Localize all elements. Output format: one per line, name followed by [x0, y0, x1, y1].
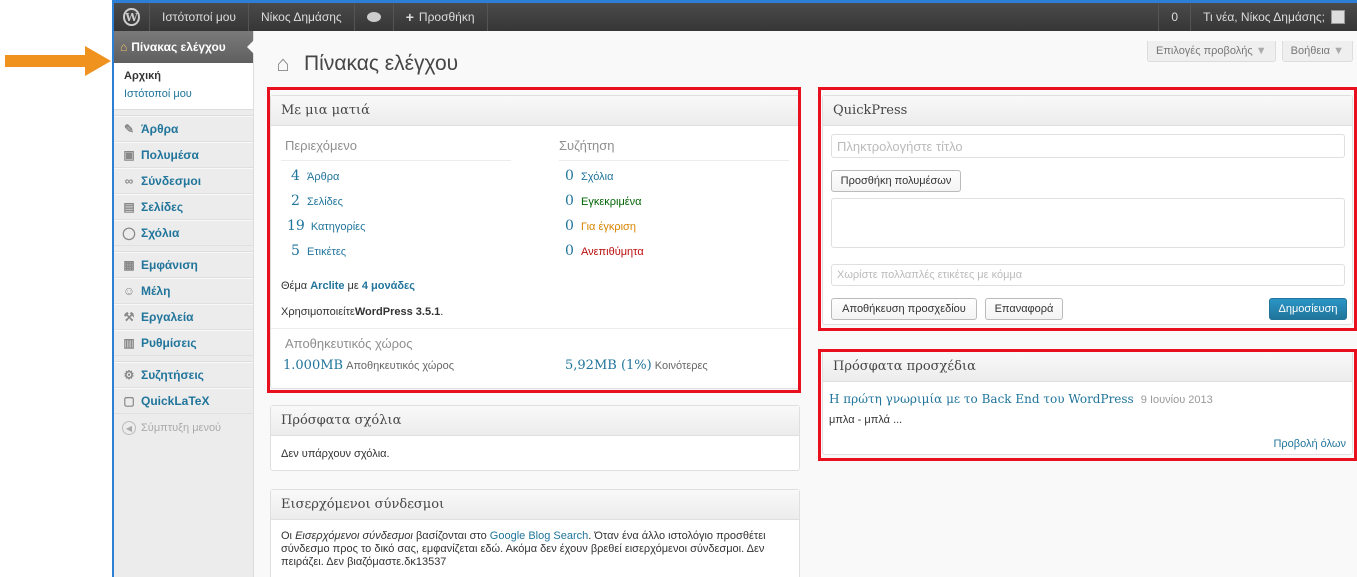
menu-appearance-label: Εμφάνιση [141, 258, 198, 272]
new-content-menu[interactable]: + Προσθήκη [394, 3, 488, 31]
menu-users-label: Μέλη [141, 284, 171, 298]
menu-posts[interactable]: ✎ Άρθρα [114, 116, 253, 142]
my-account-menu[interactable]: Τι νέα, Νίκος Δημάσης; [1190, 3, 1357, 31]
google-blog-search-link[interactable]: Google Blog Search [490, 530, 588, 542]
new-content-label: Προσθήκη [418, 10, 475, 24]
menu-pages[interactable]: ▤ Σελίδες [114, 194, 253, 220]
screen-meta-links: Επιλογές προβολής ▼ Βοήθεια ▼ [1146, 41, 1353, 62]
page-icon: ▤ [123, 200, 135, 214]
updates-counter[interactable]: 0 [1158, 3, 1190, 31]
dashboard-home-icon: ⌂ [276, 51, 290, 76]
text-a: Οι [281, 530, 292, 542]
home-icon: ⌂ [120, 40, 128, 54]
comment-bubble-icon [366, 12, 381, 22]
menu-quicklatex-label: QuickLaTeX [141, 394, 210, 408]
recent-comments-title: Πρόσφατα σχόλια [271, 406, 799, 436]
chevron-down-icon: ▼ [1255, 45, 1267, 57]
text-em: Εισερχόμενοι σύνδεσμοι [295, 530, 413, 542]
menu-links[interactable]: ∞ Σύνδεσμοι [114, 168, 253, 194]
admin-sidebar: ⌂ Πίνακας ελέγχου Αρχική Ιστότοποί μου ✎… [114, 31, 254, 577]
incoming-links-widget: Εισερχόμενοι σύνδεσμοι Οι Εισερχόμενοι σ… [270, 489, 800, 577]
menu-users[interactable]: ☺ Μέλη [114, 278, 253, 304]
comments-menu[interactable] [355, 3, 394, 31]
help-label: Βοήθεια [1290, 45, 1331, 57]
text-line3: πειράζει. Δεν βιαζόμαστε.δκ13537 [281, 556, 447, 568]
page-title: ⌂ Πίνακας ελέγχου [270, 51, 458, 77]
page-title-text: Πίνακας ελέγχου [304, 52, 459, 75]
current-menu-notch [247, 40, 254, 54]
menu-tools[interactable]: ⚒ Εργαλεία [114, 304, 253, 330]
menu-settings-label: Ρυθμίσεις [141, 336, 197, 350]
recent-comments-widget: Πρόσφατα σχόλια Δεν υπάρχουν σχόλια. [270, 405, 800, 471]
discussion-icon: ⚙ [123, 368, 135, 382]
highlight-box-quickpress [818, 87, 1357, 331]
my-sites-menu[interactable]: Ιστότοποί μου [150, 3, 249, 31]
menu-discussions-label: Συζητήσεις [141, 368, 204, 382]
menu-comments[interactable]: ◯ Σχόλια [114, 220, 253, 246]
menu-appearance[interactable]: ▦ Εμφάνιση [114, 252, 253, 278]
submenu-home[interactable]: Αρχική [114, 67, 253, 85]
menu-comments-label: Σχόλια [141, 226, 180, 240]
menu-quicklatex[interactable]: ▢ QuickLaTeX [114, 388, 253, 414]
settings-icon: ▥ [123, 336, 135, 350]
menu-media-label: Πολυμέσα [141, 148, 199, 162]
greeting-text: Τι νέα, Νίκος Δημάσης; [1203, 10, 1325, 24]
wordpress-logo-button[interactable]: W [114, 3, 150, 31]
chevron-down-icon: ▼ [1333, 45, 1344, 57]
collapse-menu-label: Σύμπτυξη μενού [141, 422, 222, 434]
screen-options-label: Επιλογές προβολής [1155, 45, 1253, 57]
screen-options-button[interactable]: Επιλογές προβολής ▼ [1146, 41, 1276, 62]
menu-dashboard-label: Πίνακας ελέγχου [131, 40, 226, 54]
help-button[interactable]: Βοήθεια ▼ [1281, 41, 1353, 62]
menu-pages-label: Σελίδες [141, 200, 184, 214]
site-name-menu[interactable]: Νίκος Δημάσης [249, 3, 355, 31]
tools-icon: ⚒ [123, 310, 135, 324]
avatar [1331, 10, 1345, 24]
menu-dashboard[interactable]: ⌂ Πίνακας ελέγχου [114, 31, 254, 63]
collapse-menu-button[interactable]: ◀ Σύμπτυξη μενού [114, 414, 253, 442]
wordpress-logo-icon: W [123, 8, 140, 26]
users-icon: ☺ [122, 284, 136, 298]
menu-media[interactable]: ▣ Πολυμέσα [114, 142, 253, 168]
no-comments-text: Δεν υπάρχουν σχόλια. [281, 448, 390, 460]
dashboard-content: Επιλογές προβολής ▼ Βοήθεια ▼ ⌂ Πίνακας … [254, 31, 1357, 577]
admin-bar: W Ιστότοποί μου Νίκος Δημάσης + Προσθήκη… [114, 3, 1357, 31]
text-c: . Όταν ένα άλλο ιστολόγιο προσθέτει [588, 530, 766, 542]
media-icon: ▣ [123, 148, 135, 162]
text-line2: σύνδεσμο προς το δικό σας, εμφανίζεται ε… [281, 543, 765, 555]
pin-icon: ✎ [123, 122, 135, 136]
latex-icon: ▢ [123, 394, 135, 408]
text-b: βασίζονται στο [415, 530, 487, 542]
submenu-my-sites[interactable]: Ιστότοποί μου [114, 85, 253, 103]
annotation-arrow [5, 46, 111, 76]
menu-settings[interactable]: ▥ Ρυθμίσεις [114, 330, 253, 356]
incoming-links-text: Οι Εισερχόμενοι σύνδεσμοι βασίζονται στο… [281, 530, 796, 569]
link-icon: ∞ [124, 174, 134, 188]
menu-links-label: Σύνδεσμοι [141, 174, 202, 188]
menu-tools-label: Εργαλεία [141, 310, 194, 324]
highlight-box-right-now [267, 87, 801, 393]
menu-discussions[interactable]: ⚙ Συζητήσεις [114, 362, 253, 388]
plus-icon: + [405, 9, 414, 25]
outer-margin [0, 0, 110, 577]
appearance-icon: ▦ [123, 258, 135, 272]
collapse-arrow-icon: ◀ [122, 421, 136, 435]
highlight-box-recent-drafts [818, 349, 1357, 461]
dashboard-submenu: Αρχική Ιστότοποί μου [114, 63, 253, 110]
menu-posts-label: Άρθρα [141, 122, 179, 136]
comment-icon: ◯ [122, 226, 136, 240]
incoming-links-title: Εισερχόμενοι σύνδεσμοι [271, 490, 799, 520]
